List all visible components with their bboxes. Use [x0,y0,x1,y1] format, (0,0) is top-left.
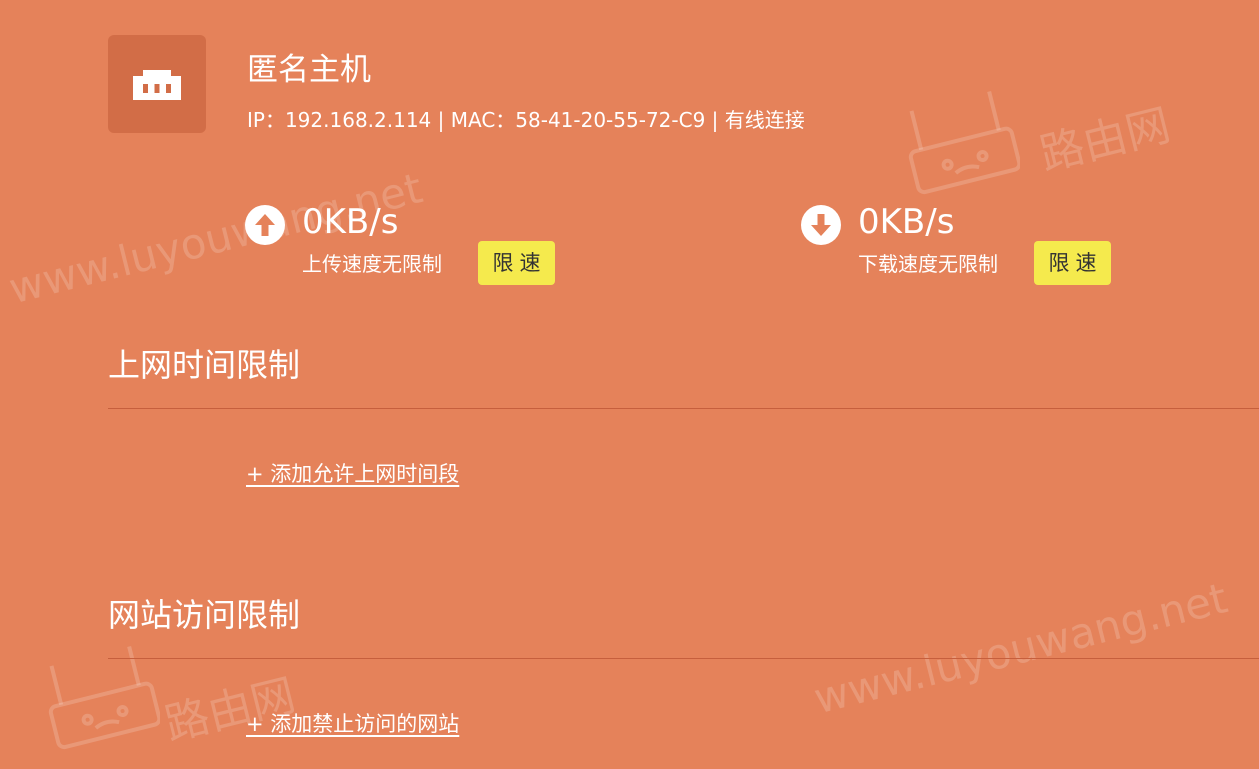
time-limit-title: 上网时间限制 [108,346,301,384]
arrow-down-circle-icon [801,205,841,245]
time-limit-divider [108,408,1259,409]
device-info: IP：192.168.2.114 | MAC：58-41-20-55-72-C9… [247,108,805,132]
arrow-up-circle-icon [245,205,285,245]
add-time-slot-link[interactable]: + 添加允许上网时间段 [246,460,459,488]
watermark-brand-bottom: 路由网 [159,669,301,752]
download-speed-description: 下载速度无限制 [858,252,998,276]
watermark-brand-top: 路由网 [1034,99,1176,182]
watermark-url-bottom: www.luyouwang.net [809,573,1232,724]
device-icon-box [108,35,206,133]
upload-speed-value: 0KB/s [302,202,399,242]
download-speed-value: 0KB/s [858,202,955,242]
upload-speed-description: 上传速度无限制 [302,252,442,276]
site-limit-divider [108,658,1259,659]
upload-limit-button[interactable]: 限速 [478,241,555,285]
add-blocked-site-link[interactable]: + 添加禁止访问的网站 [246,710,459,738]
watermark-router-icon-bottom [48,646,160,750]
watermark-router-icon-top [908,91,1020,195]
download-limit-button[interactable]: 限速 [1034,241,1111,285]
site-limit-title: 网站访问限制 [108,596,301,634]
ethernet-port-icon [133,70,181,100]
device-name: 匿名主机 [247,52,371,88]
